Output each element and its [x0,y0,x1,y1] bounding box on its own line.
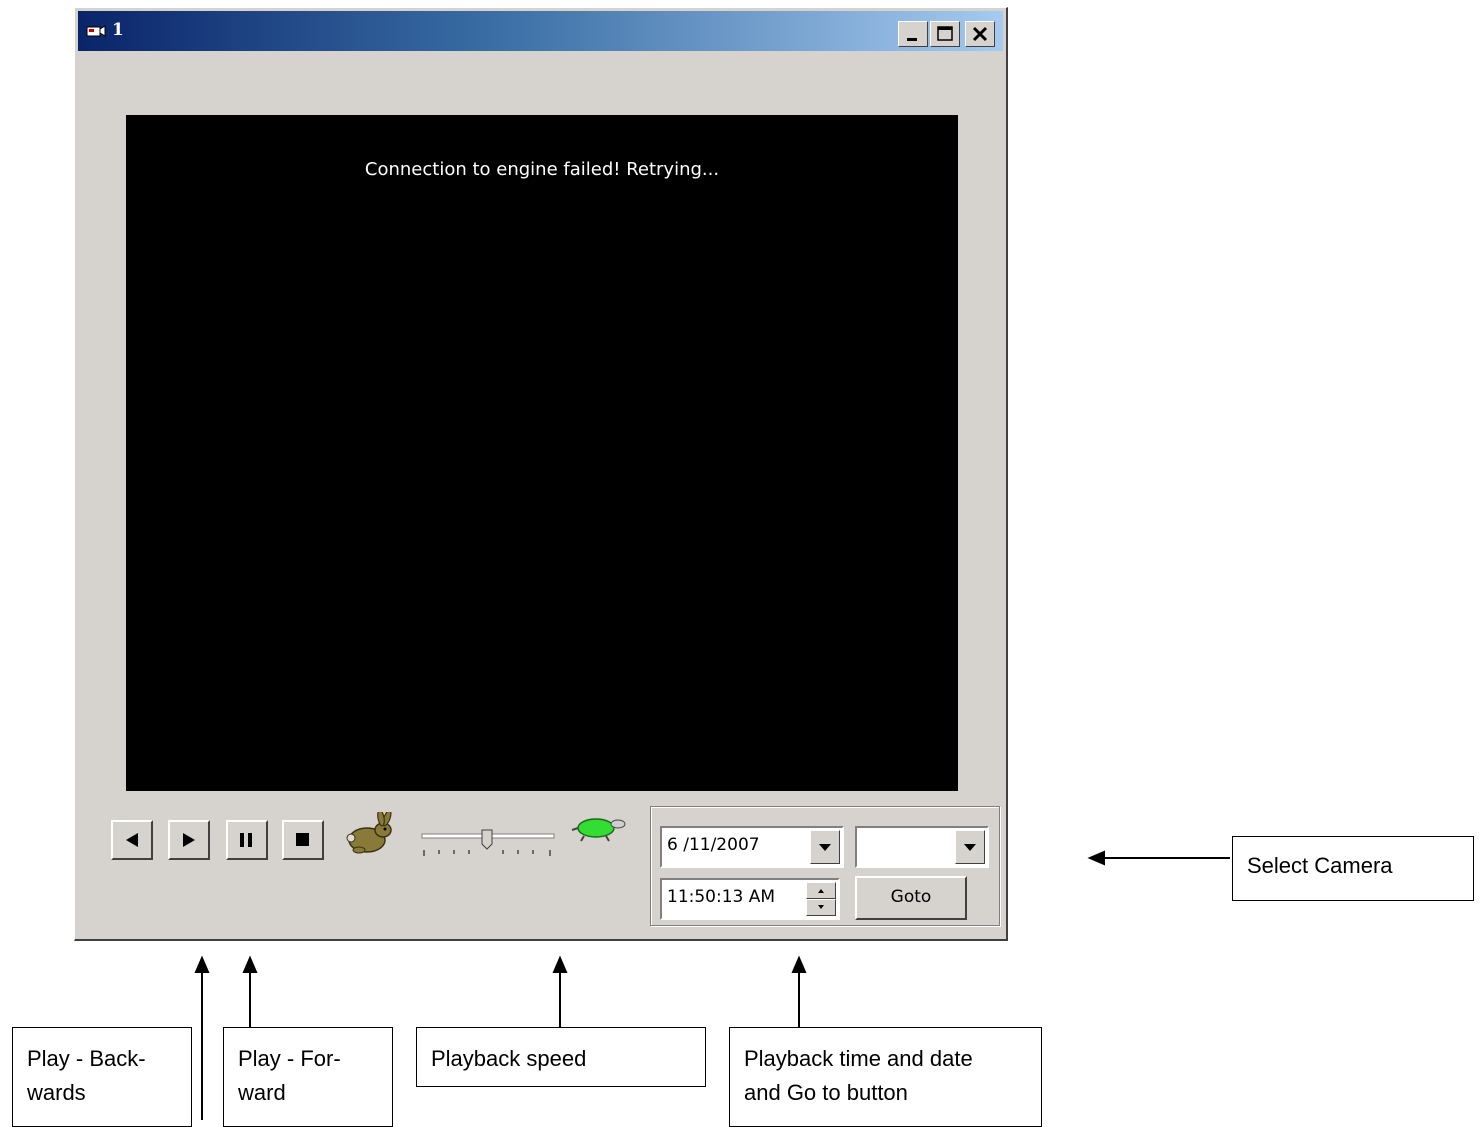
callout-play-forward: Play - For- ward [223,1027,393,1127]
callout-playback-speed: Playback speed [416,1027,706,1087]
callout-play-backwards: Play - Back- wards [12,1027,192,1127]
callout-play-backwards-text: Play - Back- wards [27,1046,146,1105]
callout-select-camera-text: Select Camera [1247,853,1393,878]
callout-time-date-goto-text: Playback time and date and Go to button [744,1046,973,1105]
callout-select-camera: Select Camera [1232,836,1474,901]
callout-playback-speed-text: Playback speed [431,1046,587,1071]
callout-time-date-goto: Playback time and date and Go to button [729,1027,1042,1127]
callout-play-forward-text: Play - For- ward [238,1046,341,1105]
annotation-arrows [194,850,1230,1120]
